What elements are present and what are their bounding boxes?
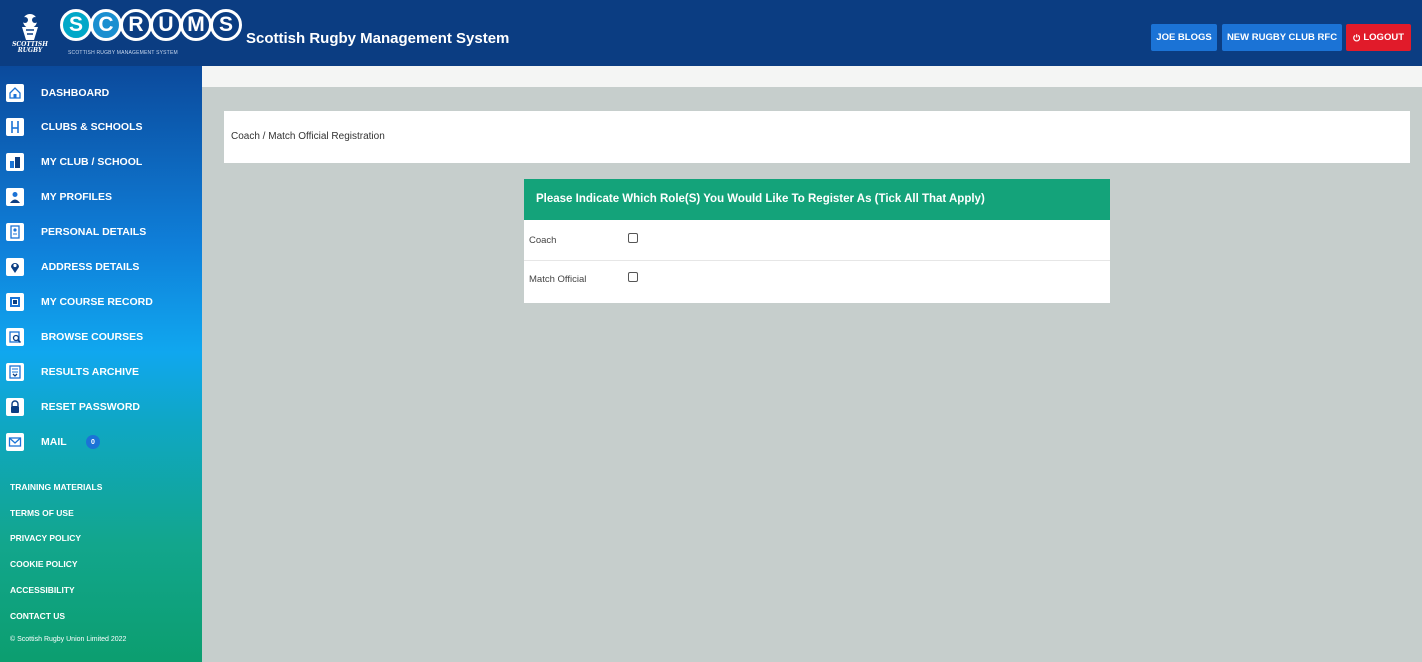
dashboard-icon bbox=[6, 84, 24, 102]
sidebar-item-label: ADDRESS DETAILS bbox=[41, 261, 140, 273]
top-bar: SCOTTISH RUGBY S C R U M S SCOTTISH RUGB… bbox=[0, 0, 1422, 66]
club-icon bbox=[6, 153, 24, 171]
subheader-strip bbox=[202, 66, 1422, 87]
sidebar-item-label: MAIL bbox=[41, 436, 67, 448]
app-title: Scottish Rugby Management System bbox=[246, 30, 510, 47]
club-button[interactable]: NEW RUGBY CLUB RFC bbox=[1222, 24, 1342, 51]
scottish-rugby-thistle-icon: SCOTTISH RUGBY bbox=[10, 7, 50, 59]
scrums-logo[interactable]: SCOTTISH RUGBY S C R U M S SCOTTISH RUGB… bbox=[10, 5, 242, 61]
sidebar-item-results-archive[interactable]: RESULTS ARCHIVE bbox=[0, 355, 202, 389]
sidebar-item-label: MY COURSE RECORD bbox=[41, 296, 153, 308]
footer-link-terms-of-use[interactable]: TERMS OF USE bbox=[10, 508, 74, 518]
logo-letter: M bbox=[180, 9, 212, 41]
sidebar-item-label: RESET PASSWORD bbox=[41, 401, 140, 413]
results-archive-icon bbox=[6, 363, 24, 381]
logout-button[interactable]: LOGOUT bbox=[1346, 24, 1411, 51]
logo-subtitle: SCOTTISH RUGBY MANAGEMENT SYSTEM bbox=[68, 50, 178, 56]
role-registration-panel: Please Indicate Which Role(S) You Would … bbox=[524, 179, 1110, 303]
logo-letter: R bbox=[120, 9, 152, 41]
logout-label: LOGOUT bbox=[1363, 32, 1404, 43]
logo-letter: S bbox=[60, 9, 92, 41]
sidebar-item-personal-details[interactable]: PERSONAL DETAILS bbox=[0, 215, 202, 249]
sidebar-item-address-details[interactable]: ADDRESS DETAILS bbox=[0, 250, 202, 284]
match-official-checkbox[interactable] bbox=[628, 272, 638, 282]
course-record-icon bbox=[6, 293, 24, 311]
emblem-text: SCOTTISH RUGBY bbox=[12, 41, 48, 54]
panel-title: Please Indicate Which Role(S) You Would … bbox=[536, 193, 985, 205]
logo-letter: S bbox=[210, 9, 242, 41]
breadcrumb-text: Coach / Match Official Registration bbox=[231, 131, 385, 142]
sidebar-item-label: BROWSE COURSES bbox=[41, 331, 144, 343]
power-icon bbox=[1353, 34, 1361, 42]
profiles-icon bbox=[6, 188, 24, 206]
logo-letter: U bbox=[150, 9, 182, 41]
footer-link-contact-us[interactable]: CONTACT US bbox=[10, 611, 65, 621]
role-label: Coach bbox=[529, 235, 557, 246]
sidebar-item-label: MY PROFILES bbox=[41, 191, 112, 203]
footer-link-training-materials[interactable]: TRAINING MATERIALS bbox=[10, 482, 102, 492]
sidebar-item-label: RESULTS ARCHIVE bbox=[41, 366, 140, 378]
role-row-match-official: Match Official bbox=[524, 261, 1110, 301]
coach-checkbox[interactable] bbox=[628, 233, 638, 243]
copyright-text: © Scottish Rugby Union Limited 2022 bbox=[10, 636, 127, 643]
sidebar-item-label: MY CLUB / SCHOOL bbox=[41, 156, 143, 168]
sidebar-item-dashboard[interactable]: DASHBOARD bbox=[0, 76, 202, 110]
sidebar-item-my-club-school[interactable]: MY CLUB / SCHOOL bbox=[0, 145, 202, 179]
location-pin-icon bbox=[6, 258, 24, 276]
personal-details-icon bbox=[6, 223, 24, 241]
mail-icon bbox=[6, 433, 24, 451]
footer-link-cookie-policy[interactable]: COOKIE POLICY bbox=[10, 559, 78, 569]
logo-letter: C bbox=[90, 9, 122, 41]
panel-header: Please Indicate Which Role(S) You Would … bbox=[524, 179, 1110, 220]
sidebar-item-mail[interactable]: MAIL 0 bbox=[0, 425, 202, 459]
scrums-wordmark: S C R U M S bbox=[60, 9, 242, 41]
mail-count-badge: 0 bbox=[86, 435, 100, 449]
goalposts-icon bbox=[6, 118, 24, 136]
sidebar-item-browse-courses[interactable]: BROWSE COURSES bbox=[0, 320, 202, 354]
breadcrumb: Coach / Match Official Registration bbox=[224, 111, 1410, 163]
sidebar-item-my-profiles[interactable]: MY PROFILES bbox=[0, 180, 202, 214]
role-row-coach: Coach bbox=[524, 220, 1110, 260]
sidebar-item-label: PERSONAL DETAILS bbox=[41, 226, 147, 238]
role-label: Match Official bbox=[529, 274, 587, 285]
lock-icon bbox=[6, 398, 24, 416]
user-button[interactable]: JOE BLOGS bbox=[1151, 24, 1217, 51]
sidebar-item-label: DASHBOARD bbox=[41, 87, 110, 99]
sidebar-item-my-course-record[interactable]: MY COURSE RECORD bbox=[0, 285, 202, 319]
sidebar-item-label: CLUBS & SCHOOLS bbox=[41, 121, 143, 133]
browse-courses-icon bbox=[6, 328, 24, 346]
sidebar: DASHBOARD CLUBS & SCHOOLS MY CLUB / SCHO… bbox=[0, 66, 202, 662]
footer-link-accessibility[interactable]: ACCESSIBILITY bbox=[10, 585, 75, 595]
sidebar-item-reset-password[interactable]: RESET PASSWORD bbox=[0, 390, 202, 424]
sidebar-item-clubs-schools[interactable]: CLUBS & SCHOOLS bbox=[0, 110, 202, 144]
footer-link-privacy-policy[interactable]: PRIVACY POLICY bbox=[10, 533, 81, 543]
